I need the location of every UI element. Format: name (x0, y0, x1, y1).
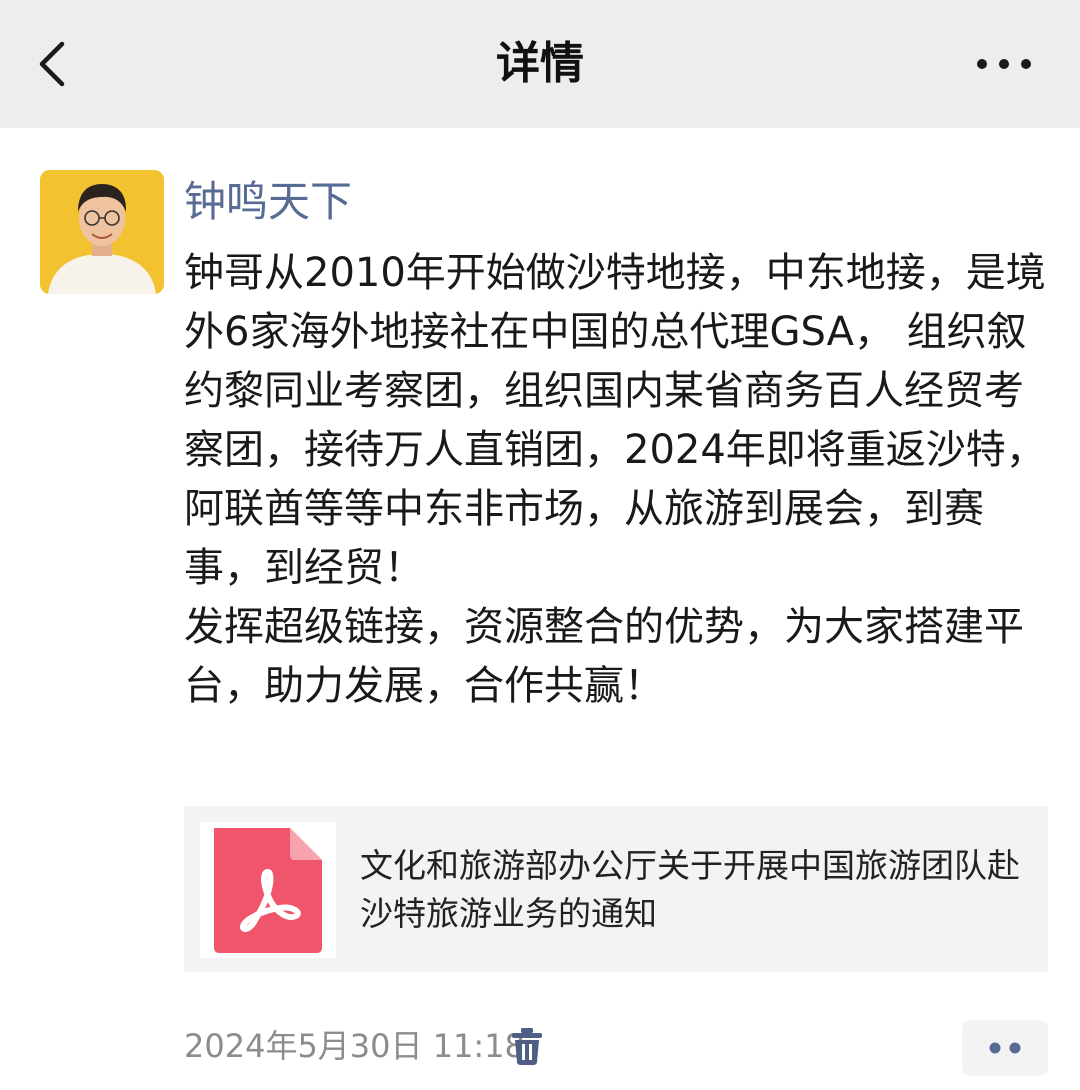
more-button[interactable] (966, 44, 1042, 84)
post-timestamp: 2024年5月30日 11:18 (184, 1027, 525, 1065)
author-name[interactable]: 钟鸣天下 (184, 172, 352, 232)
post-paragraph-2: 发挥超级链接，资源整合的优势，为大家搭建平台，助力发展，合作共赢！ (184, 604, 1024, 709)
file-attachment[interactable]: 文化和旅游部办公厅关于开展中国旅游团队赴沙特旅游业务的通知 (184, 806, 1048, 972)
pdf-icon (214, 828, 322, 953)
attachment-title: 文化和旅游部办公厅关于开展中国旅游团队赴沙特旅游业务的通知 (360, 846, 1020, 933)
top-bar: 详情 (0, 0, 1080, 128)
like-comment-button[interactable] (962, 1020, 1048, 1076)
trash-icon (512, 1028, 542, 1065)
avatar[interactable] (40, 170, 164, 294)
post-text: 钟哥从2010年开始做沙特地接，中东地接，是境外6家海外地接社在中国的总代理GS… (184, 244, 1054, 716)
pdf-thumbnail (200, 822, 336, 958)
more-horizontal-icon (977, 59, 1031, 69)
delete-button[interactable] (510, 1026, 544, 1066)
page-title: 详情 (496, 38, 584, 89)
post-paragraph-1: 钟哥从2010年开始做沙特地接，中东地接，是境外6家海外地接社在中国的总代理GS… (184, 250, 1046, 591)
more-dots-icon (989, 1042, 1021, 1054)
